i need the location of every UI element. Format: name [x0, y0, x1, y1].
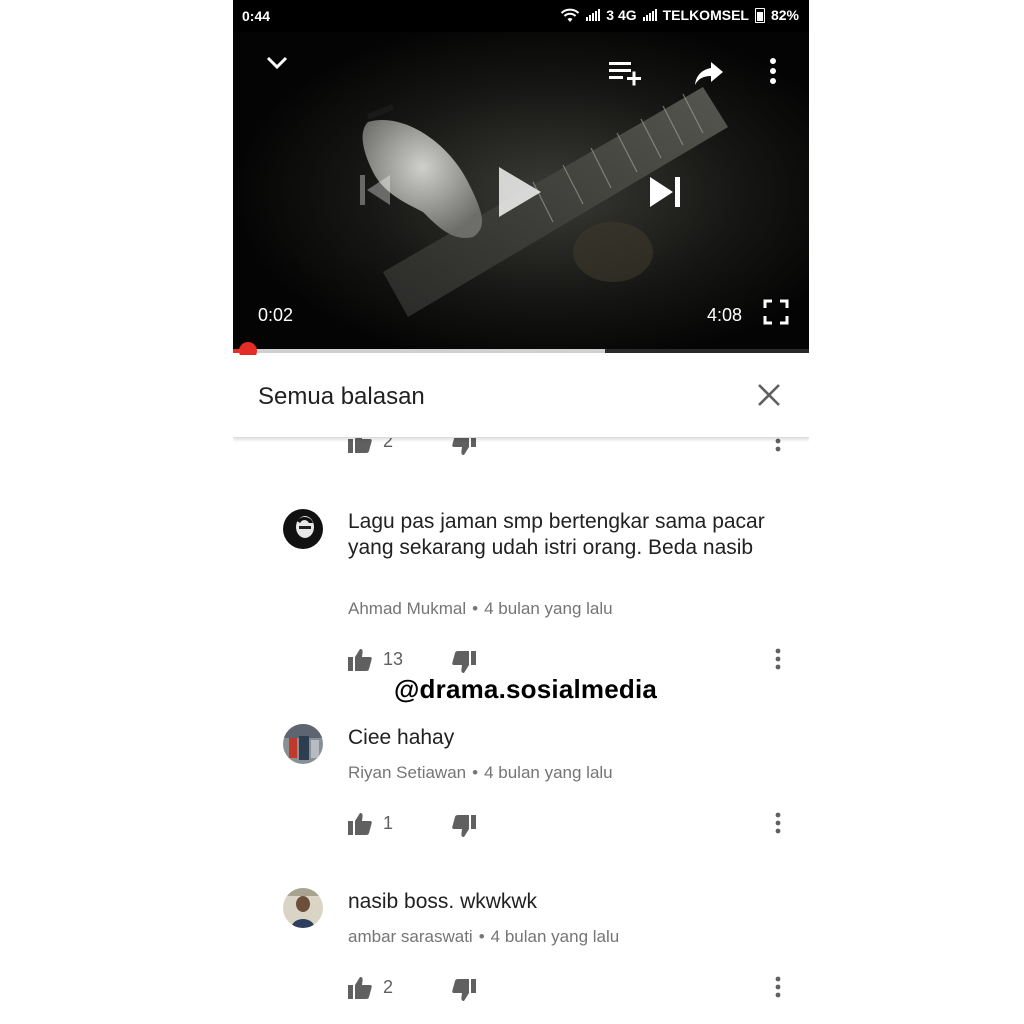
signal-icon [586, 9, 601, 21]
more-vert-icon[interactable] [774, 647, 782, 671]
thumbs-up-icon[interactable] [347, 437, 373, 455]
comment-actions: 2 [233, 437, 809, 459]
played-bar [233, 349, 239, 353]
comment-text: nasib boss. wkwkwk [348, 890, 538, 913]
add-to-queue-icon[interactable] [609, 60, 643, 88]
status-time: 0:44 [242, 8, 271, 24]
comment-meta: Ahmad Mukmal • 4 bulan yang lalu [348, 599, 613, 619]
thumbs-down-icon[interactable] [451, 977, 477, 1003]
chevron-down-icon[interactable] [263, 54, 291, 72]
comment-meta: ambar saraswati • 4 bulan yang lalu [348, 927, 619, 947]
share-icon[interactable] [693, 58, 725, 88]
more-vert-icon[interactable] [774, 437, 782, 453]
like-count: 1 [383, 813, 394, 833]
comment-text: Lagu pas jaman smp bertengkar sama pacar… [348, 510, 765, 559]
thumbs-down-icon[interactable] [451, 649, 477, 675]
seek-bar[interactable] [233, 342, 809, 360]
comment-meta: Riyan Setiawan • 4 bulan yang lalu [348, 763, 613, 783]
like-count: 2 [383, 977, 394, 997]
like-count: 2 [383, 437, 394, 451]
buffer-bar [233, 349, 605, 353]
comment-actions: 1 [233, 811, 809, 841]
comment-author[interactable]: Ahmad Mukmal [348, 599, 466, 618]
battery-percent: 82% [770, 7, 799, 23]
meta-separator: • [472, 599, 479, 618]
more-vert-icon[interactable] [774, 975, 782, 999]
battery-icon [754, 7, 765, 23]
phone-screen: 0:44 3 4G TELKOMSEL 82% 0:02 4:08 Semua … [233, 0, 809, 1024]
close-icon[interactable] [755, 381, 783, 409]
like-count: 13 [383, 649, 404, 669]
carrier-name: TELKOMSEL [662, 7, 749, 23]
comment-time: 4 bulan yang lalu [484, 599, 613, 618]
avatar[interactable] [283, 509, 323, 549]
thumbs-up-icon[interactable] [347, 811, 373, 837]
network-type: 3 4G [606, 7, 637, 23]
video-player[interactable]: 0:02 4:08 [233, 32, 809, 353]
signal-icon-2 [642, 9, 657, 21]
skip-next-icon[interactable] [647, 174, 683, 210]
fullscreen-icon[interactable] [763, 299, 789, 325]
more-vert-icon[interactable] [774, 811, 782, 835]
play-icon[interactable] [497, 166, 543, 218]
comment-actions: 13 [233, 647, 809, 677]
comment-time: 4 bulan yang lalu [484, 763, 613, 782]
comment-author[interactable]: Riyan Setiawan [348, 763, 466, 782]
comments-list[interactable]: 2 Lagu pas jaman smp bertengkar sama pac… [233, 437, 809, 1024]
status-bar: 0:44 3 4G TELKOMSEL 82% [233, 0, 809, 32]
meta-separator: • [478, 927, 485, 946]
status-indicators: 3 4G TELKOMSEL 82% [560, 7, 799, 23]
duration: 4:08 [707, 305, 743, 325]
comment-time: 4 bulan yang lalu [490, 927, 620, 946]
thumbs-down-icon[interactable] [451, 437, 477, 457]
comment-actions: 2 [233, 975, 809, 1005]
comment-author[interactable]: ambar saraswati [348, 927, 473, 946]
wifi-icon [561, 8, 580, 22]
avatar[interactable] [283, 888, 323, 928]
comment-text: Ciee hahay [348, 726, 455, 749]
current-time: 0:02 [258, 305, 294, 325]
thumbs-down-icon[interactable] [451, 813, 477, 839]
thumbs-up-icon[interactable] [347, 647, 373, 673]
avatar[interactable] [283, 724, 323, 764]
replies-header: Semua balasan [233, 355, 809, 438]
watermark-text: @drama.sosialmedia [394, 674, 658, 704]
more-vert-icon[interactable] [768, 56, 778, 86]
thumbs-up-icon[interactable] [347, 975, 373, 1001]
replies-title: Semua balasan [258, 383, 425, 410]
meta-separator: • [472, 763, 479, 782]
skip-previous-icon[interactable] [357, 172, 393, 208]
